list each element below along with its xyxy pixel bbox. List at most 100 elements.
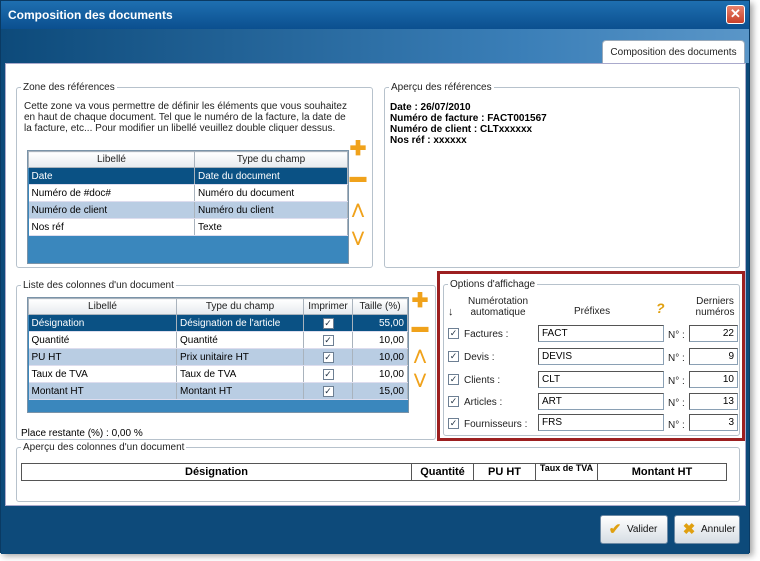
print-checkbox[interactable]: ✓ <box>322 368 334 380</box>
preview-col: Désignation <box>22 464 412 481</box>
cell-type[interactable]: Quantité <box>176 331 304 349</box>
prefix-input-articles[interactable] <box>538 393 664 410</box>
cell-libelle[interactable]: PU HT <box>28 348 177 366</box>
label-articles: Articles : <box>464 397 503 408</box>
cell-type[interactable]: Montant HT <box>176 382 304 400</box>
prefix-input-clients[interactable] <box>538 371 664 388</box>
preview-line: Numéro de client : CLTxxxxxx <box>390 124 533 135</box>
preview-line: Date : 26/07/2010 <box>390 102 471 113</box>
cell-libelle[interactable]: Numéro de #doc# <box>28 184 195 202</box>
last-number-input-clients[interactable] <box>689 371 738 388</box>
cell-libelle[interactable]: Date <box>28 167 195 185</box>
col-header-type[interactable]: Type du champ <box>194 151 348 168</box>
minus-icon: ▬ <box>411 317 429 336</box>
last-number-input-fournisseurs[interactable] <box>689 414 738 431</box>
col-header-type[interactable]: Type du champ <box>176 298 304 315</box>
add-column-button[interactable]: ✚ <box>411 291 429 311</box>
col-header-taille[interactable]: Taille (%) <box>352 298 408 315</box>
cell-taille[interactable]: 15,00 <box>352 382 408 400</box>
cell-type[interactable]: Prix unitaire HT <box>176 348 304 366</box>
preview-references-legend: Aperçu des références <box>391 82 492 93</box>
last-number-input-factures[interactable] <box>689 325 738 342</box>
table-row[interactable]: PU HT Prix unitaire HT ✓ 10,00 <box>28 348 408 366</box>
dialog-window: Composition des documents ✕ Composition … <box>0 0 750 554</box>
preview-columns-header: Désignation Quantité PU HT Taux de TVA M… <box>21 463 727 481</box>
chevron-down-icon: ⋁ <box>414 371 426 387</box>
move-up-reference-button[interactable]: ⋀ <box>349 200 367 218</box>
cancel-icon: ✖ <box>682 521 696 538</box>
print-checkbox[interactable]: ✓ <box>322 334 334 346</box>
cell-libelle[interactable]: Nos réf <box>28 218 195 236</box>
display-options-legend: Options d'affichage <box>450 279 536 290</box>
cell-libelle[interactable]: Quantité <box>28 331 177 349</box>
prefix-input-devis[interactable] <box>538 348 664 365</box>
col-header-libelle[interactable]: Libellé <box>28 151 195 168</box>
chevron-up-icon: ⋀ <box>352 201 364 217</box>
label-factures: Factures : <box>464 329 509 340</box>
cell-libelle[interactable]: Numéro de client <box>28 201 195 219</box>
preview-col: Taux de TVA <box>536 464 598 481</box>
cell-libelle[interactable]: Désignation <box>28 314 177 332</box>
prefix-input-factures[interactable] <box>538 325 664 342</box>
col-header-imprimer[interactable]: Imprimer <box>303 298 353 315</box>
cell-taille[interactable]: 10,00 <box>352 348 408 366</box>
move-down-column-button[interactable]: ⋁ <box>411 370 429 388</box>
cell-type[interactable]: Numéro du document <box>194 184 348 202</box>
preview-references-group: Aperçu des références Date : 26/07/2010 … <box>384 82 740 268</box>
validate-label: Valider <box>627 524 658 535</box>
col-header-derniers: Derniers numéros <box>695 296 735 318</box>
cell-type[interactable]: Numéro du client <box>194 201 348 219</box>
last-number-input-devis[interactable] <box>689 348 738 365</box>
cell-taille[interactable]: 10,00 <box>352 331 408 349</box>
table-row[interactable]: Numéro de #doc# Numéro du document <box>28 184 348 202</box>
cell-taille[interactable]: 55,00 <box>352 314 408 332</box>
label-devis: Devis : <box>464 352 495 363</box>
last-number-input-articles[interactable] <box>689 393 738 410</box>
numbering-checkbox-fournisseurs[interactable]: ✓ <box>448 418 459 429</box>
columns-list-group: Liste des colonnes d'un document Libellé… <box>16 280 436 440</box>
add-reference-button[interactable]: ✚ <box>349 138 367 160</box>
cell-type[interactable]: Date du document <box>194 167 348 185</box>
table-row[interactable]: Nos réf Texte <box>28 218 348 236</box>
move-down-reference-button[interactable]: ⋁ <box>349 228 367 246</box>
remove-reference-button[interactable]: ▬ <box>349 168 367 186</box>
remaining-space-label: Place restante (%) : 0,00 % <box>21 428 143 439</box>
preview-references-text: Date : 26/07/2010 Numéro de facture : FA… <box>390 102 547 146</box>
help-icon[interactable]: ? <box>656 300 665 316</box>
cell-libelle[interactable]: Montant HT <box>28 382 177 400</box>
cell-taille[interactable]: 10,00 <box>352 365 408 383</box>
table-row[interactable]: Montant HT Montant HT ✓ 15,00 <box>28 382 408 400</box>
columns-list-legend: Liste des colonnes d'un document <box>23 280 174 291</box>
numbering-checkbox-devis[interactable]: ✓ <box>448 351 459 362</box>
print-checkbox[interactable]: ✓ <box>322 351 334 363</box>
numbering-checkbox-factures[interactable]: ✓ <box>448 328 459 339</box>
cell-type[interactable]: Texte <box>194 218 348 236</box>
table-row[interactable]: Numéro de client Numéro du client <box>28 201 348 219</box>
close-button[interactable]: ✕ <box>726 5 745 24</box>
cell-type[interactable]: Taux de TVA <box>176 365 304 383</box>
validate-button[interactable]: ✔ Valider <box>600 515 668 544</box>
prefix-input-fournisseurs[interactable] <box>538 414 664 431</box>
references-description: Cette zone va vous permettre de définir … <box>24 101 347 134</box>
preview-columns-group: Aperçu des colonnes d'un document Désign… <box>16 442 740 502</box>
label-fournisseurs: Fournisseurs : <box>464 419 528 430</box>
cell-libelle[interactable]: Taux de TVA <box>28 365 177 383</box>
preview-col: PU HT <box>474 464 536 481</box>
numbering-checkbox-clients[interactable]: ✓ <box>448 374 459 385</box>
table-row[interactable]: Date Date du document <box>28 167 348 185</box>
print-checkbox[interactable]: ✓ <box>322 385 334 397</box>
table-row[interactable]: Désignation Désignation de l'article ✓ 55,0… <box>28 314 408 332</box>
tab-composition[interactable]: Composition des documents <box>602 40 745 63</box>
numbering-checkbox-articles[interactable]: ✓ <box>448 396 459 407</box>
print-checkbox[interactable]: ✓ <box>322 317 334 329</box>
col-header-libelle[interactable]: Libellé <box>28 298 177 315</box>
plus-icon: ✚ <box>349 138 367 160</box>
cancel-button[interactable]: ✖ Annuler <box>674 515 740 544</box>
table-row[interactable]: Quantité Quantité ✓ 10,00 <box>28 331 408 349</box>
table-row[interactable]: Taux de TVA Taux de TVA ✓ 10,00 <box>28 365 408 383</box>
minus-icon: ▬ <box>349 167 367 186</box>
move-up-column-button[interactable]: ⋀ <box>411 346 429 364</box>
remove-column-button[interactable]: ▬ <box>411 318 429 336</box>
number-label: N° : <box>668 420 685 431</box>
cell-type[interactable]: Désignation de l'article <box>176 314 304 332</box>
